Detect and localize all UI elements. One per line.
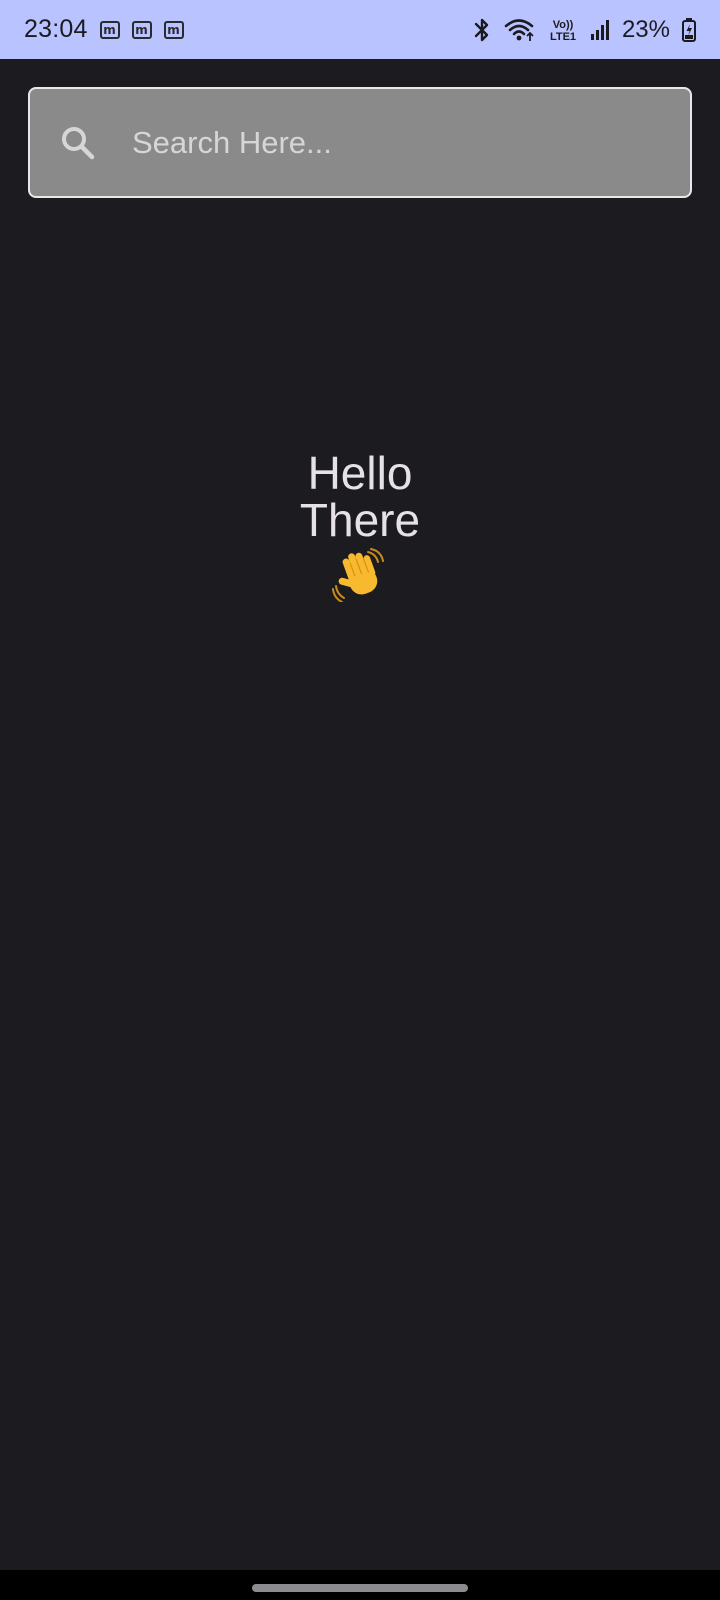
notification-m-icon: m bbox=[99, 20, 120, 39]
volte-label: Vo)) bbox=[553, 19, 574, 31]
lte-label: LTE1 bbox=[550, 31, 576, 43]
bluetooth-icon bbox=[474, 18, 489, 41]
notification-m-icon: m bbox=[163, 20, 184, 39]
home-gesture-handle[interactable] bbox=[252, 1584, 468, 1592]
signal-icon bbox=[590, 19, 609, 40]
search-bar[interactable] bbox=[28, 87, 692, 198]
status-left: 23:04 m m m bbox=[24, 15, 184, 44]
status-bar: 23:04 m m m Vo)) LTE1 23% bbox=[0, 0, 720, 59]
waving-hand-icon bbox=[332, 548, 384, 602]
greeting-emoji bbox=[0, 548, 720, 602]
battery-percent: 23% bbox=[621, 15, 670, 43]
greeting: Hello There bbox=[0, 450, 720, 602]
search-icon[interactable] bbox=[58, 123, 98, 163]
search-input[interactable] bbox=[132, 119, 652, 167]
navigation-bar bbox=[0, 1570, 720, 1600]
wifi-icon bbox=[504, 18, 534, 41]
greeting-line-2: There bbox=[299, 494, 421, 546]
battery-icon bbox=[682, 17, 696, 42]
volte-lte-icon: Vo)) LTE1 bbox=[550, 19, 576, 43]
status-time: 23:04 bbox=[24, 15, 88, 43]
status-right: Vo)) LTE1 23% bbox=[472, 16, 696, 44]
greeting-line-1: Hello bbox=[307, 447, 413, 499]
notification-m-icon: m bbox=[131, 20, 152, 39]
